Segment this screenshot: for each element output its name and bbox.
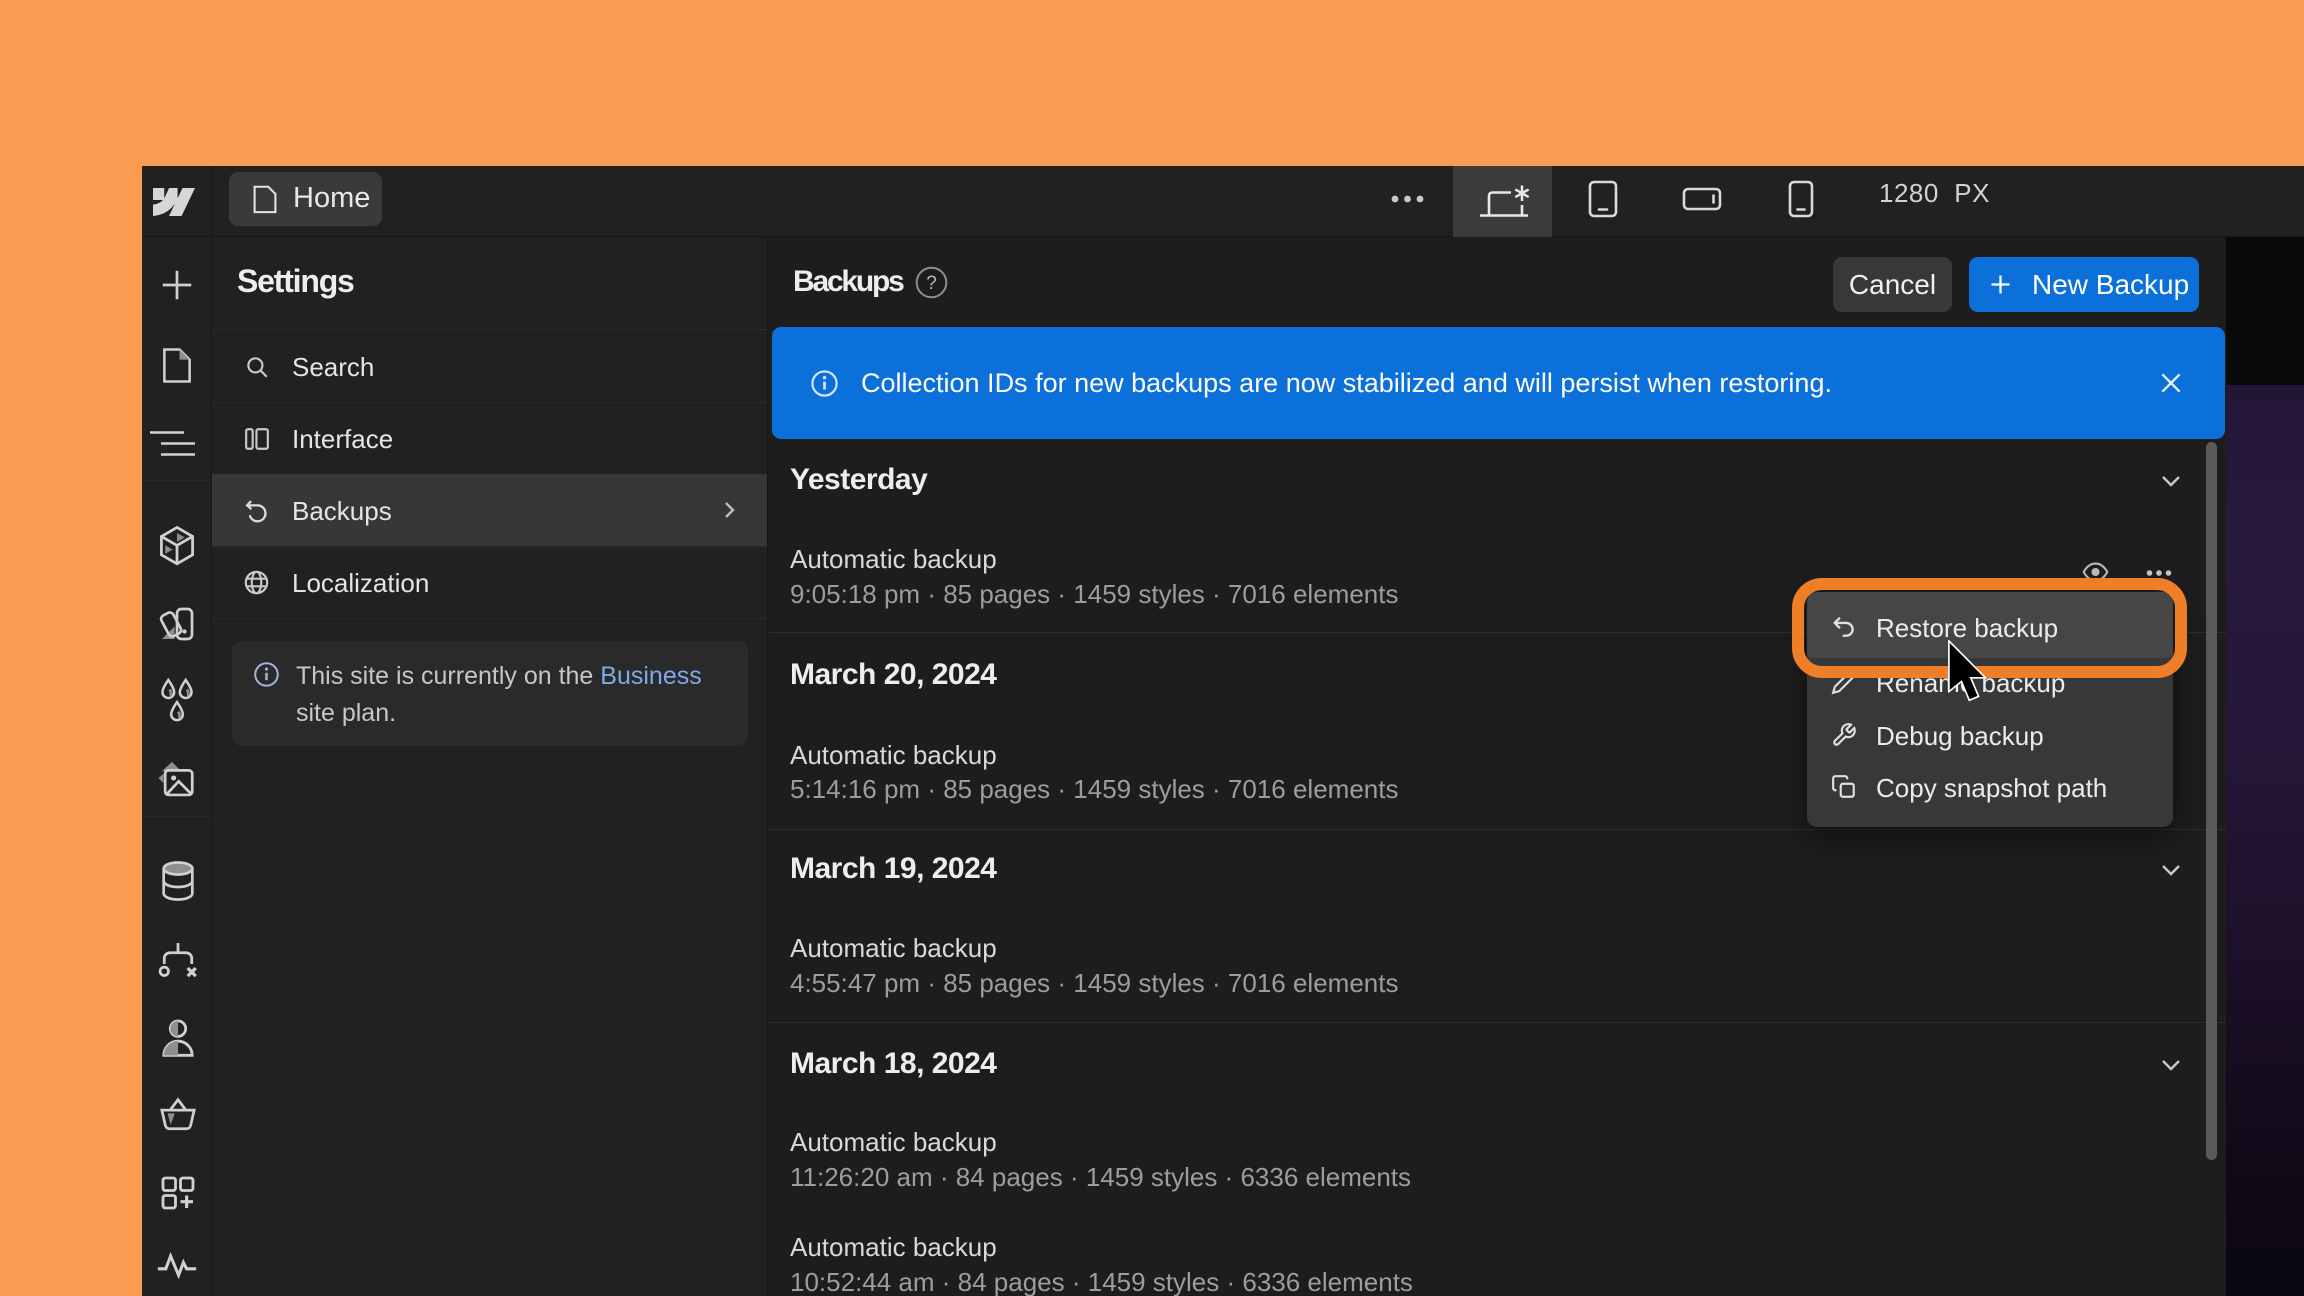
svg-text:?: ?	[926, 273, 937, 294]
